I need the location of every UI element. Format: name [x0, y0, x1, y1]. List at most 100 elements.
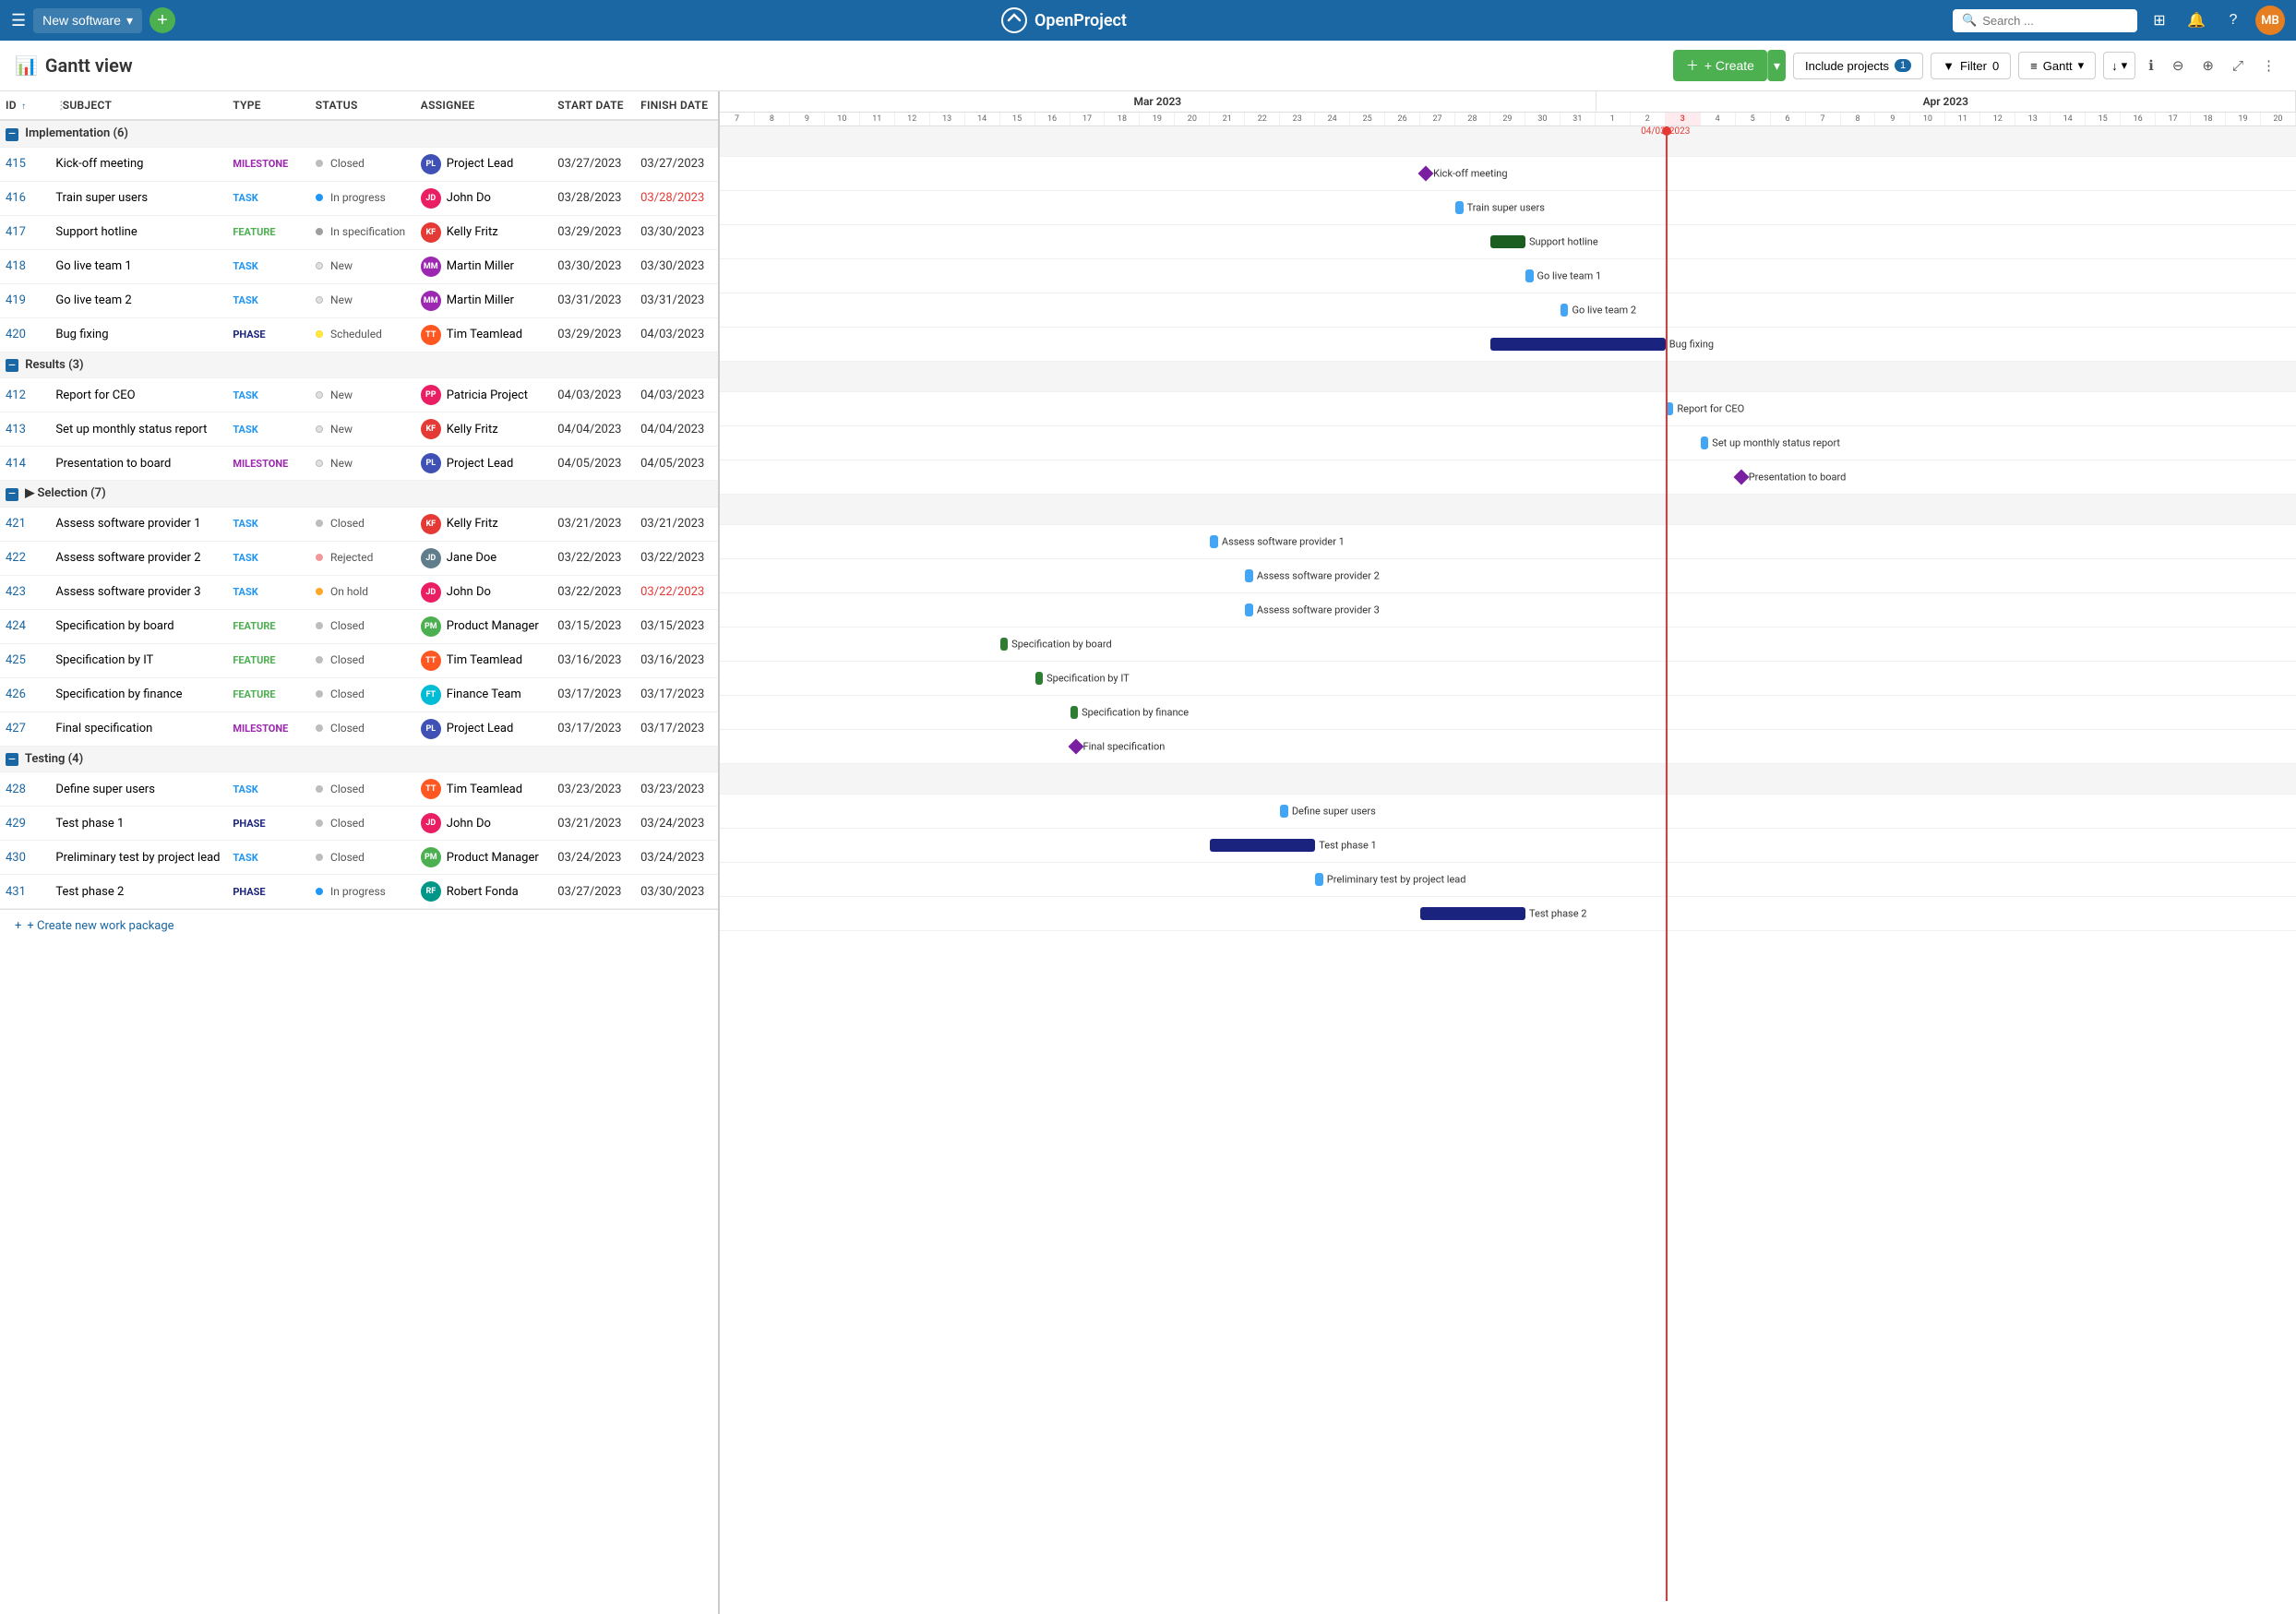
id-link[interactable]: 416 — [6, 191, 26, 205]
search-input[interactable] — [1982, 14, 2128, 28]
row-id[interactable]: 430 — [0, 841, 50, 875]
status-dot — [316, 262, 323, 269]
id-link[interactable]: 420 — [6, 328, 26, 341]
th-assignee[interactable]: ASSIGNEE — [415, 91, 552, 120]
table-row: 417 Support hotline FEATURE In specifica… — [0, 215, 718, 249]
row-id[interactable]: 428 — [0, 772, 50, 807]
th-finish-date[interactable]: FINISH DATE — [635, 91, 718, 120]
id-link[interactable]: 421 — [6, 517, 26, 531]
group-collapse-icon[interactable]: — — [6, 488, 18, 501]
group-header[interactable]: — Results (3) — [0, 352, 718, 378]
notifications-button[interactable]: 🔔 — [2182, 6, 2211, 35]
row-id[interactable]: 423 — [0, 575, 50, 609]
row-id[interactable]: 418 — [0, 249, 50, 283]
row-id[interactable]: 429 — [0, 807, 50, 841]
col-resize-handle[interactable]: ⋮ — [55, 99, 59, 112]
id-link[interactable]: 428 — [6, 783, 26, 796]
th-status[interactable]: STATUS — [310, 91, 415, 120]
fullscreen-button[interactable]: ⤢ — [2227, 53, 2249, 79]
row-type: TASK — [227, 541, 309, 575]
row-id[interactable]: 424 — [0, 609, 50, 643]
id-link[interactable]: 419 — [6, 293, 26, 307]
row-finish-date: 03/17/2023 — [635, 677, 718, 711]
row-type: TASK — [227, 378, 309, 412]
id-link[interactable]: 414 — [6, 457, 26, 471]
user-avatar[interactable]: MB — [2255, 6, 2285, 35]
group-collapse-icon[interactable]: — — [6, 359, 18, 372]
create-button[interactable]: ＋ + Create — [1673, 50, 1767, 81]
gantt-day: 12 — [1980, 113, 2015, 126]
row-id[interactable]: 419 — [0, 283, 50, 317]
row-id[interactable]: 420 — [0, 317, 50, 352]
id-link[interactable]: 418 — [6, 259, 26, 273]
row-id[interactable]: 427 — [0, 711, 50, 746]
id-link[interactable]: 422 — [6, 551, 26, 565]
group-header[interactable]: — Testing (4) — [0, 746, 718, 772]
id-link[interactable]: 426 — [6, 687, 26, 701]
filter-button[interactable]: ▼ Filter 0 — [1931, 53, 2011, 79]
assignee-cell: JD John Do — [421, 188, 546, 209]
row-id[interactable]: 431 — [0, 875, 50, 909]
id-link[interactable]: 423 — [6, 585, 26, 599]
gantt-day: 9 — [790, 113, 825, 126]
row-id[interactable]: 413 — [0, 412, 50, 447]
create-work-package-link[interactable]: + + Create new work package — [0, 909, 718, 942]
plus-icon: + — [15, 919, 21, 933]
row-id[interactable]: 421 — [0, 507, 50, 541]
th-type[interactable]: TYPE — [227, 91, 309, 120]
row-id[interactable]: 414 — [0, 447, 50, 481]
gantt-view-button[interactable]: ≡ Gantt ▾ — [2018, 52, 2096, 79]
export-button[interactable]: ↓ ▾ — [2103, 52, 2135, 79]
gantt-bar-label: Bug fixing — [1669, 339, 1714, 351]
add-work-package-button[interactable]: + — [149, 7, 175, 33]
row-id[interactable]: 417 — [0, 215, 50, 249]
row-id[interactable]: 415 — [0, 147, 50, 181]
row-id[interactable]: 426 — [0, 677, 50, 711]
group-collapse-icon[interactable]: — — [6, 128, 18, 141]
id-link[interactable]: 425 — [6, 653, 26, 667]
gantt-day: 28 — [1455, 113, 1490, 126]
create-dropdown-button[interactable]: ▾ — [1767, 50, 1786, 81]
status-text: Closed — [330, 783, 365, 795]
gantt-body[interactable]: 04/03/2023Kick-off meetingTrain super us… — [720, 126, 2296, 1601]
search-box[interactable]: 🔍 — [1953, 9, 2137, 32]
row-status: Closed — [310, 147, 415, 181]
group-collapse-icon[interactable]: — — [6, 753, 18, 766]
th-id[interactable]: ID ↑ — [0, 91, 50, 120]
th-start-date[interactable]: START DATE — [552, 91, 635, 120]
id-link[interactable]: 415 — [6, 157, 26, 171]
id-link[interactable]: 424 — [6, 619, 26, 633]
info-button[interactable]: ℹ — [2143, 52, 2159, 79]
row-id[interactable]: 422 — [0, 541, 50, 575]
group-header[interactable]: — ▶ Selection (7) — [0, 481, 718, 508]
status-text: Closed — [330, 817, 365, 830]
project-selector[interactable]: New software ▾ — [33, 8, 142, 33]
id-link[interactable]: 430 — [6, 851, 26, 865]
row-id[interactable]: 412 — [0, 378, 50, 412]
id-link[interactable]: 412 — [6, 389, 26, 402]
row-type: TASK — [227, 412, 309, 447]
id-link[interactable]: 429 — [6, 817, 26, 831]
group-header[interactable]: — Implementation (6) — [0, 120, 718, 147]
include-projects-button[interactable]: Include projects 1 — [1793, 53, 1923, 79]
filter-icon: ▼ — [1943, 59, 1955, 73]
zoom-in-button[interactable]: ⊕ — [2196, 52, 2219, 79]
row-id[interactable]: 416 — [0, 181, 50, 215]
more-options-button[interactable]: ⋮ — [2256, 52, 2281, 79]
help-button[interactable]: ? — [2218, 6, 2248, 35]
id-link[interactable]: 417 — [6, 225, 26, 239]
row-id[interactable]: 425 — [0, 643, 50, 677]
row-finish-date: 03/21/2023 — [635, 507, 718, 541]
assignee-cell: PL Project Lead — [421, 154, 546, 174]
zoom-out-button[interactable]: ⊖ — [2167, 52, 2190, 79]
th-subject[interactable]: ⋮ SUBJECT — [50, 91, 227, 120]
avatar: JD — [421, 813, 441, 833]
id-link[interactable]: 427 — [6, 722, 26, 735]
apps-grid-button[interactable]: ⊞ — [2145, 6, 2174, 35]
hamburger-button[interactable]: ☰ — [11, 11, 26, 30]
row-type: TASK — [227, 575, 309, 609]
id-link[interactable]: 431 — [6, 885, 26, 899]
id-link[interactable]: 413 — [6, 423, 26, 436]
row-assignee: KF Kelly Fritz — [415, 507, 552, 541]
row-subject: Set up monthly status report — [50, 412, 227, 447]
